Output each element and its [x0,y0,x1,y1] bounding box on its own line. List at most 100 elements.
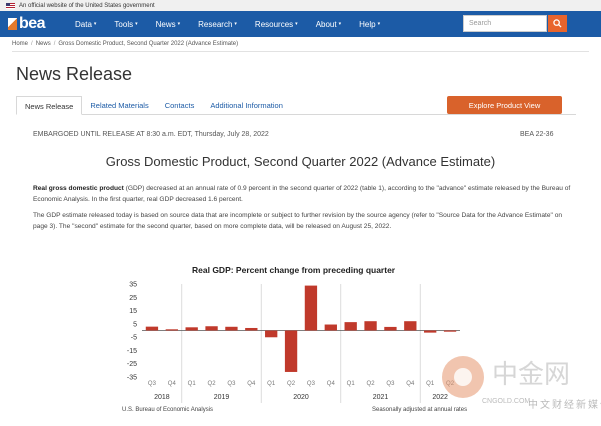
x-quarter-label: Q4 [247,381,256,387]
breadcrumb-separator: / [53,41,56,47]
chevron-down-icon: ▾ [338,21,342,27]
gdp-bar [145,326,159,331]
x-quarter-label: Q3 [386,381,395,387]
breadcrumb-news[interactable]: News [36,41,51,47]
seasonal-note: Seasonally adjusted at annual rates [372,407,468,413]
y-tick-label: 15 [129,308,137,315]
main-navbar: bea Data ▾ Tools ▾ News ▾ Research ▾ Resourc… [0,11,601,37]
gdp-bar [443,330,457,332]
x-year-label: 2021 [373,394,389,401]
nav-item-help[interactable]: Help ▾ [350,20,389,29]
us-flag-icon [6,2,15,9]
gdp-bar [304,285,318,331]
cngold-watermark: 中金网 CNGOLD.COM 中文财经新媒体 [442,350,601,426]
x-quarter-label: Q3 [227,381,236,387]
y-tick-label: 25 [129,295,137,302]
y-tick-label: -15 [127,348,137,355]
gdp-bar [284,330,298,372]
gdp-bar [185,327,198,331]
search-input[interactable]: Search [463,15,547,32]
nav-item-data[interactable]: Data ▾ [66,20,105,29]
chart-title: Real GDP: Percent change from preceding … [192,265,396,275]
search-icon [553,19,562,28]
page-title: News Release [16,64,133,84]
x-quarter-label: Q1 [426,381,435,387]
gdp-bar-chart: 35 25 15 5 -5 -15 -25 -35 2018 2019 2020 2021 2022 Q3… [127,282,460,403]
nav-item-label: Resources [254,19,294,29]
x-year-label: 2018 [154,394,170,401]
bea-logo-icon [8,18,17,30]
x-quarter-label: Q4 [327,381,336,387]
x-quarter-label: Q1 [188,381,197,387]
watermark-chinese-name: 中金网 [492,360,571,390]
nav-item-resources[interactable]: Resources ▾ [246,20,307,29]
x-quarter-label: Q2 [367,381,376,387]
y-tick-label: -25 [127,361,137,368]
x-quarter-label: Q2 [287,381,296,387]
gdp-bar [245,327,258,331]
breadcrumb: Home / News / Gross Domestic Product, Se… [12,41,238,47]
y-tick-label: -35 [127,375,137,382]
gov-banner: An official website of the United States… [0,0,601,11]
nav-item-research[interactable]: Research ▾ [189,20,246,29]
summary-bold-lead: Real gross domestic product [33,185,124,192]
gdp-bar [424,330,437,333]
breadcrumb-separator: / [31,41,33,47]
x-quarter-label: Q3 [307,381,316,387]
y-tick-label: 35 [129,282,137,289]
search-button[interactable] [548,15,567,32]
bea-logo-text: bea [19,15,46,32]
x-year-label: 2020 [293,394,309,401]
gdp-bar [404,321,417,331]
nav-item-label: About [315,19,337,29]
chevron-down-icon: ▾ [93,21,97,27]
nav-item-news[interactable]: News ▾ [147,20,190,29]
chevron-down-icon: ▾ [295,21,298,27]
nav-item-label: Tools [114,19,134,29]
nav-item-label: Research [198,19,233,29]
y-tick-label: 5 [133,321,137,328]
tab-related-materials[interactable]: Related Materials [82,96,156,115]
nav-menu: Data ▾ Tools ▾ News ▾ Research ▾ Resources ▾ … [66,20,389,29]
tab-additional-information[interactable]: Additional Information [202,96,291,115]
x-year-label: 2019 [214,394,230,401]
tab-bar: News Release Related Materials Contacts … [16,96,291,115]
release-title: Gross Domestic Product, Second Quarter 2… [105,154,496,169]
gdp-bar [344,322,357,331]
breadcrumb-current: Gross Domestic Product, Second Quarter 2… [58,41,239,47]
bea-logo[interactable]: bea [8,15,58,33]
watermark-domain: CNGOLD.COM [482,398,531,405]
gdp-bar [265,330,278,338]
embargo-notice: EMBARGOED UNTIL RELEASE AT 8:30 a.m. EDT… [33,131,269,138]
nav-item-label: News [155,19,176,29]
x-quarter-label: Q4 [168,381,177,387]
tab-news-release[interactable]: News Release [16,96,83,115]
breadcrumb-home[interactable]: Home [12,41,28,47]
nav-item-label: Data [75,19,92,29]
summary-paragraph: Real gross domestic product (GDP) decrea… [33,183,573,205]
y-tick-label: -5 [131,335,137,342]
x-quarter-label: Q1 [347,381,356,387]
gdp-bar [324,324,337,331]
gdp-bar [165,329,178,331]
watermark-tagline: 中文财经新媒体 [528,400,601,411]
chevron-down-icon: ▾ [234,21,237,27]
gov-banner-text: An official website of the United States… [19,2,155,9]
nav-item-label: Help [359,19,376,29]
nav-item-tools[interactable]: Tools ▾ [105,20,146,29]
gdp-bar [205,326,218,331]
x-quarter-label: Q2 [446,381,455,387]
breadcrumb-divider [12,51,589,52]
tab-contacts[interactable]: Contacts [157,96,203,115]
nav-item-about[interactable]: About ▾ [307,20,350,29]
explore-product-view-button[interactable]: Explore Product View [447,96,562,114]
x-quarter-label: Q2 [208,381,217,387]
chevron-down-icon: ▾ [135,21,138,27]
release-id: BEA 22-36 [520,131,554,138]
x-quarter-label: Q1 [267,381,276,387]
gdp-bar [384,326,397,331]
x-quarter-label: Q3 [148,381,157,387]
source-note: U.S. Bureau of Economic Analysis [122,407,214,413]
chevron-down-icon: ▾ [377,21,381,27]
x-quarter-label: Q4 [406,381,415,387]
